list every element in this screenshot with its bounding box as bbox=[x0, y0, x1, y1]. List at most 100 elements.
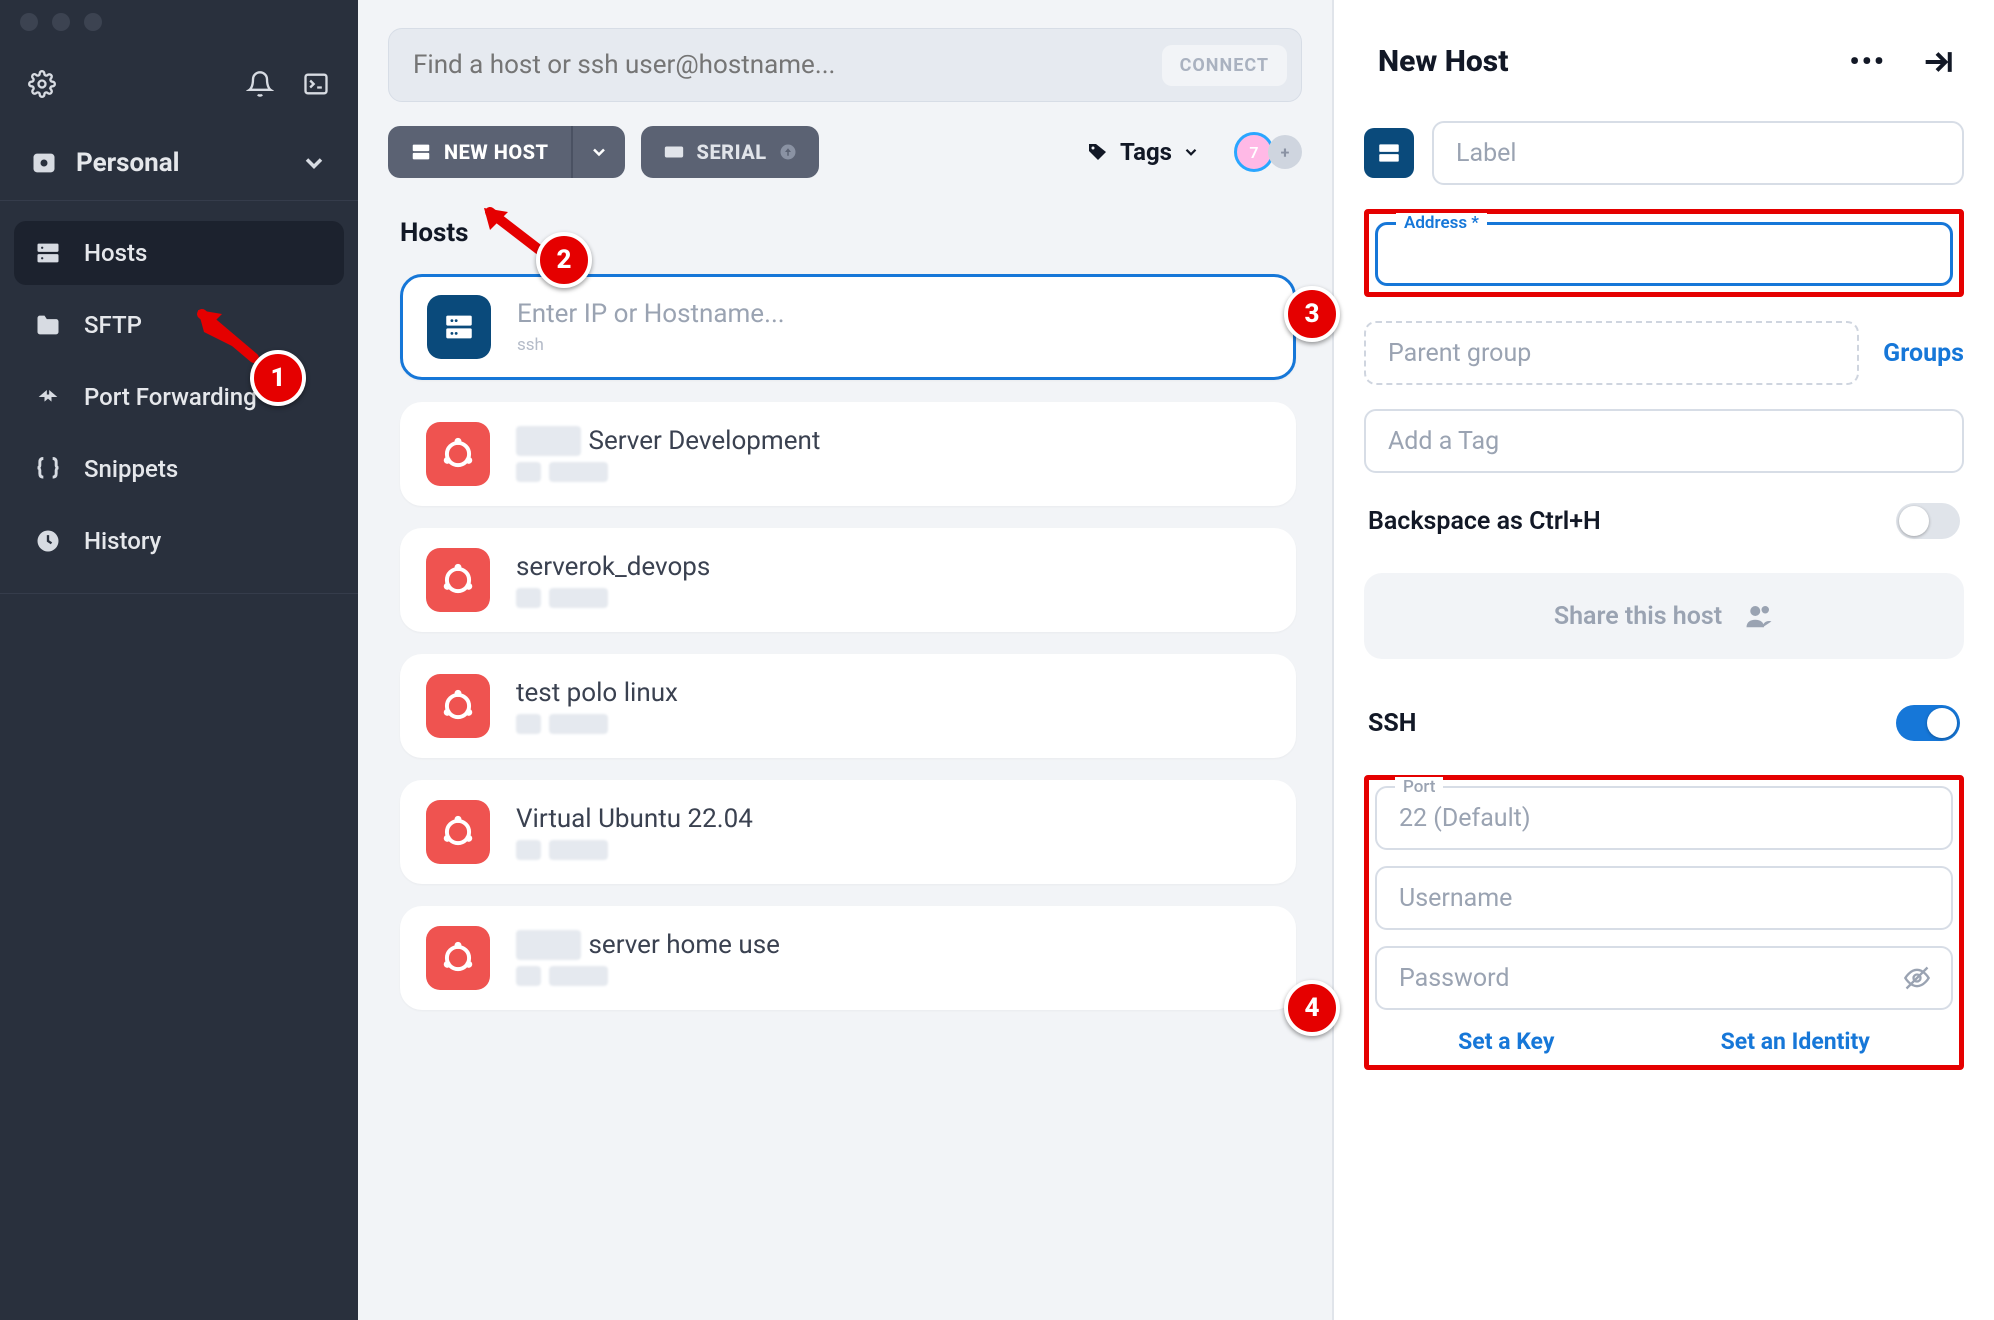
sidebar-item-snippets[interactable]: Snippets bbox=[14, 437, 344, 501]
label-input[interactable] bbox=[1456, 139, 1940, 168]
server-icon bbox=[410, 141, 432, 163]
username-field[interactable] bbox=[1375, 866, 1953, 930]
tag-input[interactable] bbox=[1388, 427, 1940, 456]
nav-label: Hosts bbox=[84, 239, 147, 267]
new-host-dropdown[interactable] bbox=[573, 126, 625, 178]
ubuntu-icon bbox=[426, 800, 490, 864]
host-subtitle: xxxxxxxxxx bbox=[516, 966, 780, 986]
new-host-split-button: NEW HOST bbox=[388, 126, 625, 178]
nav: Hosts SFTP Port Forwarding Snippets Hist… bbox=[0, 201, 358, 593]
parent-group-field[interactable]: Parent group bbox=[1364, 321, 1859, 385]
share-label: Share this host bbox=[1554, 602, 1722, 631]
traffic-light-min[interactable] bbox=[52, 13, 70, 31]
host-row[interactable]: test polo linuxxxxxxxxxxx bbox=[400, 654, 1296, 758]
parent-group-placeholder: Parent group bbox=[1388, 339, 1531, 368]
nav-label: Snippets bbox=[84, 455, 178, 483]
sidebar-item-history[interactable]: History bbox=[14, 509, 344, 573]
annotation-box-4: Port Set a Key Set an Identity bbox=[1364, 775, 1964, 1070]
host-row[interactable]: Virtual Ubuntu 22.04 xxxxxxxxxx bbox=[400, 780, 1296, 884]
vault-icon bbox=[30, 149, 58, 177]
server-icon bbox=[427, 295, 491, 359]
traffic-light-max[interactable] bbox=[84, 13, 102, 31]
add-collaborator-button[interactable]: + bbox=[1268, 135, 1302, 169]
host-row[interactable]: xxxxxserver home use xxxxxxxxxx bbox=[400, 906, 1296, 1010]
keyboard-icon bbox=[663, 141, 685, 163]
avatar-count: 7 bbox=[1249, 143, 1258, 162]
new-host-button[interactable]: NEW HOST bbox=[388, 126, 571, 178]
gear-icon[interactable] bbox=[28, 70, 56, 98]
search-input[interactable] bbox=[413, 50, 1162, 80]
backspace-toggle[interactable] bbox=[1896, 503, 1960, 539]
folder-icon bbox=[34, 311, 62, 339]
nav-label: SFTP bbox=[84, 311, 142, 339]
ubuntu-icon bbox=[426, 548, 490, 612]
username-input[interactable] bbox=[1399, 884, 1929, 913]
set-key-link[interactable]: Set a Key bbox=[1458, 1028, 1554, 1055]
tags-label: Tags bbox=[1120, 138, 1172, 166]
host-type-icon[interactable] bbox=[1364, 128, 1414, 178]
sidebar-item-portforwarding[interactable]: Port Forwarding bbox=[14, 365, 344, 429]
toolbar: NEW HOST SERIAL Tags 7 + bbox=[358, 112, 1332, 188]
tag-field[interactable] bbox=[1364, 409, 1964, 473]
port-label: Port bbox=[1395, 777, 1443, 797]
set-identity-link[interactable]: Set an Identity bbox=[1721, 1028, 1870, 1055]
collapse-panel-icon[interactable] bbox=[1920, 45, 1954, 79]
password-field[interactable] bbox=[1375, 946, 1953, 1010]
serial-button[interactable]: SERIAL bbox=[641, 126, 819, 178]
host-title: xxxxxserver home use bbox=[516, 930, 780, 960]
address-field[interactable]: Address * bbox=[1375, 222, 1953, 286]
share-host-button[interactable]: Share this host bbox=[1364, 573, 1964, 659]
serial-label: SERIAL bbox=[697, 140, 767, 164]
new-host-protocol: ssh bbox=[517, 335, 785, 355]
divider bbox=[0, 593, 358, 594]
arrow-up-icon bbox=[779, 143, 797, 161]
ubuntu-icon bbox=[426, 926, 490, 990]
forward-icon bbox=[34, 383, 62, 411]
host-title: Virtual Ubuntu 22.04 bbox=[516, 804, 753, 834]
tags-filter[interactable]: Tags bbox=[1086, 138, 1200, 166]
nav-label: History bbox=[84, 527, 161, 555]
sidebar-item-sftp[interactable]: SFTP bbox=[14, 293, 344, 357]
sidebar: Personal Hosts SFTP Port Forwarding Snip… bbox=[0, 0, 358, 1320]
port-input[interactable] bbox=[1399, 804, 1929, 833]
bell-icon[interactable] bbox=[246, 70, 274, 98]
vault-label: Personal bbox=[76, 148, 180, 178]
password-input[interactable] bbox=[1399, 964, 1929, 993]
annotation-box-3: Address * bbox=[1364, 209, 1964, 297]
search-bar[interactable]: CONNECT bbox=[388, 28, 1302, 102]
traffic-light-close[interactable] bbox=[20, 13, 38, 31]
more-menu[interactable]: ••• bbox=[1849, 45, 1886, 78]
label-field[interactable] bbox=[1432, 121, 1964, 185]
ssh-section-label: SSH bbox=[1368, 709, 1416, 738]
address-input[interactable] bbox=[1400, 240, 1928, 269]
ssh-toggle[interactable] bbox=[1896, 705, 1960, 741]
sidebar-item-hosts[interactable]: Hosts bbox=[14, 221, 344, 285]
braces-icon bbox=[34, 455, 62, 483]
host-row[interactable]: serverok_devopsxxxxxxxxxx bbox=[400, 528, 1296, 632]
host-row[interactable]: xxxxxServer Developmentxxxxxxxxxx bbox=[400, 402, 1296, 506]
host-subtitle: xxxxxxxxxx bbox=[516, 840, 753, 860]
eye-off-icon[interactable] bbox=[1903, 964, 1931, 992]
port-field[interactable]: Port bbox=[1375, 786, 1953, 850]
new-host-placeholder: Enter IP or Hostname... bbox=[517, 299, 785, 329]
details-panel: New Host ••• Address * bbox=[1334, 0, 1994, 1320]
server-icon bbox=[34, 239, 62, 267]
host-subtitle: xxxxxxxxxx bbox=[516, 588, 710, 608]
vault-selector[interactable]: Personal bbox=[0, 126, 358, 200]
collaborators[interactable]: 7 + bbox=[1234, 132, 1302, 172]
new-host-row[interactable]: Enter IP or Hostname... ssh bbox=[400, 274, 1296, 380]
new-host-label: NEW HOST bbox=[444, 140, 549, 164]
address-label: Address * bbox=[1396, 213, 1487, 233]
tag-icon bbox=[1086, 140, 1110, 164]
groups-link[interactable]: Groups bbox=[1883, 339, 1964, 368]
nav-label: Port Forwarding bbox=[84, 383, 257, 411]
clock-icon bbox=[34, 527, 62, 555]
host-subtitle: xxxxxxxxxx bbox=[516, 462, 820, 482]
window-controls bbox=[0, 0, 358, 44]
backspace-label: Backspace as Ctrl+H bbox=[1368, 507, 1601, 536]
connect-button[interactable]: CONNECT bbox=[1162, 45, 1287, 86]
hosts-heading: Hosts bbox=[400, 218, 1296, 248]
ubuntu-icon bbox=[426, 674, 490, 738]
host-subtitle: xxxxxxxxxx bbox=[516, 714, 678, 734]
terminal-icon[interactable] bbox=[302, 70, 330, 98]
